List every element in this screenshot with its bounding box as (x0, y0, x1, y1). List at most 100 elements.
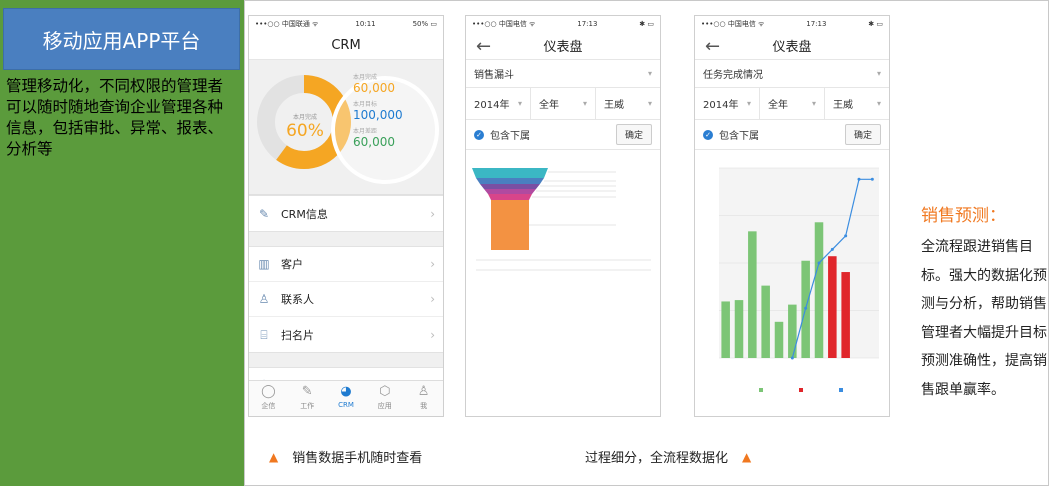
platform-description: 管理移动化，不同权限的管理者可以随时随地查询企业管理各种信息，包括审批、异常、报… (6, 77, 224, 158)
page-title: CRM (331, 38, 361, 53)
time-text: 17:13 (577, 20, 598, 28)
scan-icon: ⌸ (260, 327, 268, 342)
bar (841, 272, 850, 358)
time-text: 10:11 (355, 20, 376, 28)
bar (761, 285, 770, 358)
tab-label: CRM (338, 401, 354, 409)
tab-apps[interactable]: ⬡ 应用 (365, 381, 404, 416)
stat-value: 100,000 (353, 108, 403, 122)
chevron-down-icon: ▾ (811, 99, 816, 108)
owner-filter[interactable]: 王威 ▾ (596, 88, 660, 119)
funnel-stage (480, 184, 540, 189)
owner-filter[interactable]: 王威 ▾ (825, 88, 889, 119)
chevron-down-icon: ▾ (647, 69, 652, 78)
stat-item: 本月差距 60,000 (353, 126, 403, 149)
chevron-down-icon: ▾ (746, 99, 751, 108)
tab-me[interactable]: ♙ 我 (404, 381, 443, 416)
phone-task-completion: •••○○ 中国电信 ᯤ 17:13 ✱ ▭ ← 仪表盘 任务完成情况 ▾ 20… (694, 15, 890, 417)
filter-row: 2014年 ▾ 全年 ▾ 王威 ▾ (695, 88, 889, 120)
building-icon: ▥ (258, 257, 270, 271)
line-point (844, 234, 848, 238)
line-point (870, 177, 874, 181)
include-subordinates-label: 包含下属 (719, 131, 759, 142)
filter-value: 王威 (833, 100, 853, 111)
status-bar: •••○○ 中国电信 ᯤ 17:13 ✱ ▭ (695, 16, 889, 32)
filter-row: 2014年 ▾ 全年 ▾ 王威 ▾ (466, 88, 660, 120)
menu-group-customers: ▥ 客户 › ♙ 联系人 › ⌸ 扫名片 › (249, 246, 443, 353)
left-panel: 移动应用APP平台 管理移动化，不同权限的管理者可以随时随地查询企业管理各种信息… (0, 0, 244, 486)
triangle-icon: ▲ (269, 449, 279, 464)
stat-label: 本月差距 (353, 128, 378, 135)
donut-center: 本月完成 60% (277, 112, 333, 141)
triangle-icon: ▲ (742, 449, 752, 464)
period-filter[interactable]: 全年 ▾ (760, 88, 825, 119)
tab-chat[interactable]: ◯ 企信 (249, 381, 288, 416)
platform-title: 移动应用APP平台 (3, 8, 240, 70)
chevron-down-icon: ▾ (517, 99, 522, 108)
funnel-stage (472, 168, 548, 178)
pencil-icon: ✎ (301, 384, 313, 399)
donut-label: 本月完成 (292, 114, 317, 121)
bar (774, 321, 784, 358)
back-arrow-icon[interactable]: ← (705, 36, 720, 57)
menu-item-contact[interactable]: ♙ 联系人 › (249, 282, 443, 317)
line-point (830, 247, 834, 251)
stat-item: 本月目标 100,000 (353, 99, 403, 122)
forecast-description: 全流程跟进销售目标。强大的数据化预测与分析，帮助销售管理者大幅提升目标预测准确性… (921, 239, 1047, 398)
pie-icon: ◕ (340, 384, 352, 399)
funnel-stage (476, 178, 544, 184)
include-subordinates-row: ✓ 包含下属 确定 (466, 120, 660, 150)
status-bar: •••○○ 中国联通 ᯤ 10:11 50% ▭ (249, 16, 443, 32)
forecast-title: 销售预测： (921, 206, 1006, 226)
menu-item-label: CRM信息 (281, 207, 328, 221)
stat-value: 60,000 (353, 81, 395, 95)
menu-item-scan-card[interactable]: ⌸ 扫名片 › (249, 317, 443, 352)
back-arrow-icon[interactable]: ← (476, 36, 491, 57)
carrier-text: •••○○ 中国电信 ᯤ (472, 20, 536, 28)
menu-item-customer[interactable]: ▥ 客户 › (249, 247, 443, 282)
chevron-down-icon: ▾ (647, 99, 652, 108)
tab-label: 我 (420, 402, 428, 410)
caption-process: 过程细分，全流程数据化 ▲ (585, 447, 765, 467)
stat-label: 本月目标 (353, 101, 378, 108)
menu-group-info: ✎ CRM信息 › (249, 195, 443, 232)
menu-item-crm-info[interactable]: ✎ CRM信息 › (249, 196, 443, 231)
stats-list: 本月完成 60,000 本月目标 100,000 本月差距 60,000 (353, 72, 403, 149)
funnel-chart (472, 168, 651, 271)
check-icon[interactable]: ✓ (703, 129, 713, 140)
tab-label: 企信 (261, 402, 276, 410)
nav-bar: ← 仪表盘 (695, 32, 889, 60)
carrier-text: •••○○ 中国联通 ᯤ (255, 20, 319, 28)
page-title: 仪表盘 (772, 40, 812, 55)
tab-work[interactable]: ✎ 工作 (288, 381, 327, 416)
battery-text: ✱ ▭ (868, 20, 883, 28)
legend-swatch (799, 388, 803, 392)
include-subordinates-row: ✓ 包含下属 确定 (695, 120, 889, 150)
phone-funnel: •••○○ 中国电信 ᯤ 17:13 ✱ ▭ ← 仪表盘 销售漏斗 ▾ 2014… (465, 15, 661, 417)
donut-value: 60% (286, 121, 324, 141)
year-filter[interactable]: 2014年 ▾ (695, 88, 760, 119)
chevron-down-icon: ▾ (582, 99, 587, 108)
report-select[interactable]: 任务完成情况 ▾ (695, 60, 889, 88)
line-point (857, 177, 861, 181)
stat-value: 60,000 (353, 135, 395, 149)
chevron-down-icon: ▾ (876, 69, 881, 78)
filter-value: 全年 (539, 100, 559, 111)
menu-item-label: 联系人 (281, 293, 314, 306)
check-icon[interactable]: ✓ (474, 129, 484, 140)
task-completion-chart (719, 167, 879, 392)
year-filter[interactable]: 2014年 ▾ (466, 88, 531, 119)
caption-text: 销售数据手机随时查看 (292, 451, 423, 466)
filter-value: 2014年 (703, 100, 739, 111)
stat-item: 本月完成 60,000 (353, 72, 403, 95)
bar (734, 300, 744, 358)
tab-crm[interactable]: ◕ CRM (327, 381, 366, 416)
confirm-button[interactable]: 确定 (844, 124, 881, 145)
chat-icon: ◯ (261, 384, 276, 399)
period-filter[interactable]: 全年 ▾ (531, 88, 596, 119)
edit-icon: ✎ (258, 206, 270, 221)
confirm-button[interactable]: 确定 (615, 124, 652, 145)
right-panel: •••○○ 中国联通 ᯤ 10:11 50% ▭ CRM 本月完成 60% 本月… (244, 0, 1049, 486)
report-select[interactable]: 销售漏斗 ▾ (466, 60, 660, 88)
menu-item-label: 扫名片 (281, 328, 314, 342)
